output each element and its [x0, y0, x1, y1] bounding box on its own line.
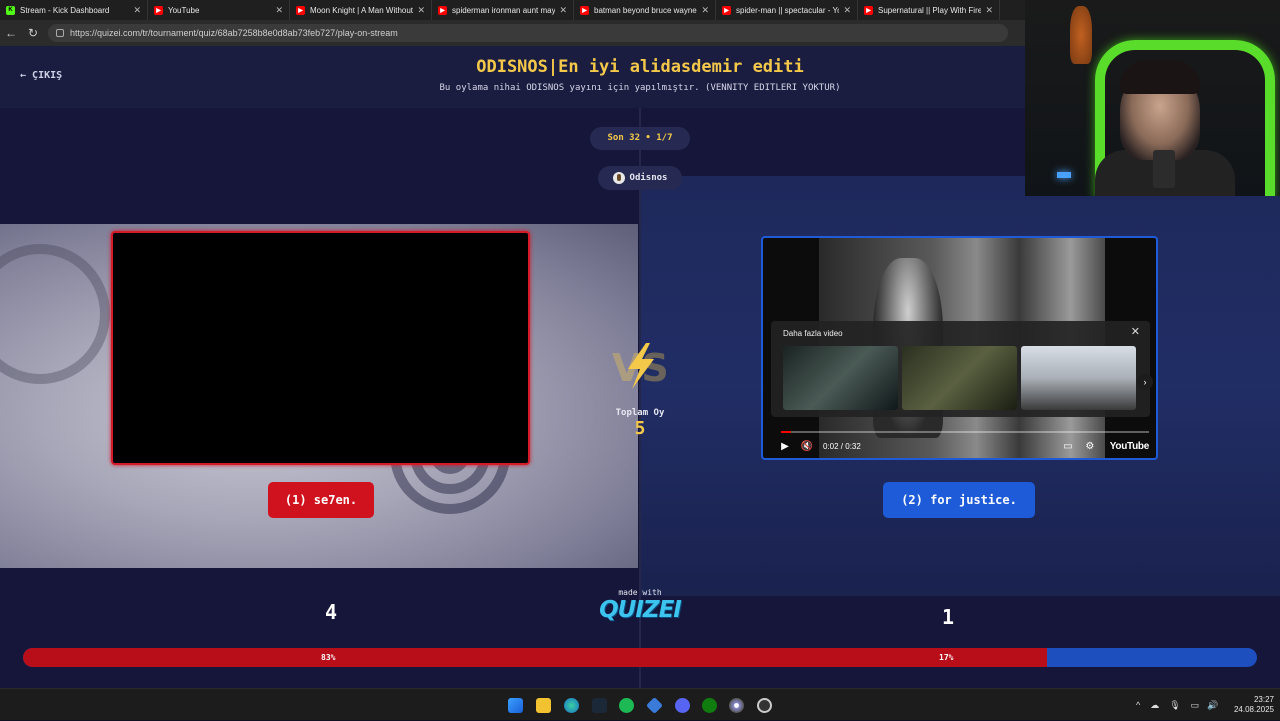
option-1-votes: 4 — [324, 600, 338, 624]
youtube-icon: ▶ — [722, 5, 731, 15]
more-videos-label: Daha fazla video — [783, 329, 843, 338]
app-icon[interactable] — [757, 698, 772, 713]
more-videos-panel: Daha fazla video ✕ › — [771, 321, 1153, 417]
youtube-icon: ▶ — [864, 5, 873, 15]
left-video-player[interactable] — [111, 231, 530, 465]
app-icon[interactable] — [646, 697, 663, 714]
option-2-percent: 17% — [939, 653, 954, 662]
mute-icon[interactable]: 🔇 — [799, 441, 815, 452]
youtube-icon: ▶ — [296, 5, 305, 15]
tab-kick-dashboard[interactable]: K Stream - Kick Dashboard ✕ — [0, 0, 148, 20]
option-1-share — [23, 648, 1048, 667]
close-icon[interactable]: ✕ — [1131, 325, 1140, 338]
system-tray: ^ ☁ 🎙 ▭ 🔊 — [1136, 689, 1218, 721]
discord-icon[interactable] — [675, 698, 690, 713]
close-icon[interactable]: ✕ — [275, 5, 283, 16]
avatar — [612, 172, 625, 184]
total-votes-label: Toplam Oy — [615, 408, 665, 418]
taskbar: ^ ☁ 🎙 ▭ 🔊 23:27 24.08.2025 — [0, 688, 1280, 720]
quizei-logo[interactable]: QUIZEI — [598, 597, 682, 623]
spotify-icon[interactable] — [619, 698, 634, 713]
vs-icon: VS — [612, 343, 669, 390]
round-badge: Son 32 • 1/7 — [590, 127, 690, 150]
back-icon[interactable]: ← — [0, 26, 22, 40]
mug — [1153, 150, 1175, 188]
obs-icon[interactable] — [729, 698, 744, 713]
subtitles-icon[interactable]: ▭ — [1060, 441, 1076, 452]
author-name: Odisnos — [629, 173, 668, 183]
streamer-hair — [1120, 60, 1200, 94]
tab-title: Moon Knight | A Man Without — [310, 5, 414, 15]
chevron-right-icon[interactable]: › — [1137, 374, 1153, 390]
close-icon[interactable]: ✕ — [701, 5, 709, 16]
option-1-button[interactable]: (1) se7en. — [268, 482, 374, 518]
youtube-icon: ▶ — [154, 5, 163, 15]
video-time: 0:02 / 0:32 — [823, 441, 861, 451]
author-badge[interactable]: Odisnos — [598, 166, 682, 190]
close-icon[interactable]: ✕ — [417, 5, 425, 16]
windows-start-icon[interactable] — [508, 698, 523, 713]
steam-icon[interactable] — [592, 698, 607, 713]
option-2-votes: 1 — [941, 605, 955, 629]
reload-icon[interactable]: ↻ — [22, 26, 44, 40]
close-icon[interactable]: ✕ — [985, 5, 993, 16]
tab-title: Stream - Kick Dashboard — [20, 5, 110, 15]
webcam-overlay — [1025, 0, 1280, 196]
gear-icon[interactable]: ⚙ — [1082, 441, 1098, 452]
related-video-thumbnail[interactable] — [902, 346, 1017, 410]
video-controls: ▶ 🔇 0:02 / 0:32 ▭ ⚙ YouTube — [777, 438, 1149, 454]
address-bar: ← ↻ https://quizei.com/tr/tournament/qui… — [0, 20, 1025, 46]
youtube-icon: ▶ — [438, 5, 447, 15]
url-field[interactable]: https://quizei.com/tr/tournament/quiz/68… — [48, 24, 1008, 42]
figurine — [1070, 6, 1092, 64]
youtube-icon: ▶ — [580, 5, 589, 15]
tab-moon-knight[interactable]: ▶ Moon Knight | A Man Without ✕ — [290, 0, 432, 20]
related-video-thumbnail[interactable] — [783, 346, 898, 410]
clock[interactable]: 23:27 24.08.2025 — [1226, 695, 1274, 715]
close-icon[interactable]: ✕ — [843, 5, 851, 16]
tab-spiderman-spectacular[interactable]: ▶ spider-man || spectacular - You ✕ — [716, 0, 858, 20]
xbox-icon[interactable] — [702, 698, 717, 713]
cloud-icon[interactable]: ☁ — [1150, 700, 1159, 711]
tab-spiderman-ironman[interactable]: ▶ spiderman ironman aunt may ✕ — [432, 0, 574, 20]
total-votes-value: 5 — [634, 418, 646, 439]
related-video-thumbnail[interactable] — [1021, 346, 1136, 410]
url-text: https://quizei.com/tr/tournament/quiz/68… — [70, 28, 398, 38]
right-video-player[interactable]: Daha fazla video ✕ › ▶ 🔇 0:02 / 0:32 ▭ ⚙… — [761, 236, 1158, 460]
clock-time: 23:27 — [1253, 695, 1274, 704]
tab-title: YouTube — [168, 5, 200, 15]
tab-youtube[interactable]: ▶ YouTube ✕ — [148, 0, 290, 20]
close-icon[interactable]: ✕ — [559, 5, 567, 16]
speaker-icon[interactable]: 🔊 — [1207, 700, 1218, 711]
file-explorer-icon[interactable] — [536, 698, 551, 713]
tab-title: Supernatural || Play With Fire — [878, 5, 982, 15]
tab-batman-beyond[interactable]: ▶ batman beyond bruce wayne ✕ — [574, 0, 716, 20]
chevron-up-icon[interactable]: ^ — [1136, 700, 1140, 710]
youtube-logo[interactable]: YouTube — [1110, 441, 1150, 452]
play-icon[interactable]: ▶ — [777, 441, 793, 452]
tab-title: batman beyond bruce wayne — [594, 5, 697, 15]
kick-icon: K — [6, 5, 15, 15]
made-with-label: made with — [618, 588, 662, 597]
tab-supernatural[interactable]: ▶ Supernatural || Play With Fire ✕ — [858, 0, 1000, 20]
clock-date: 24.08.2025 — [1233, 705, 1274, 714]
option-1-percent: 83% — [321, 653, 336, 662]
video-progress-bar[interactable] — [781, 431, 1149, 433]
tab-title: spider-man || spectacular - You — [736, 5, 840, 15]
close-icon[interactable]: ✕ — [133, 5, 141, 16]
tab-title: spiderman ironman aunt may — [452, 5, 556, 15]
option-2-button[interactable]: (2) for justice. — [883, 482, 1035, 518]
site-info-icon[interactable] — [56, 29, 64, 37]
display-icon[interactable]: ▭ — [1191, 700, 1200, 711]
microphone-icon[interactable]: 🎙 — [1169, 700, 1180, 711]
led-light — [1057, 172, 1071, 178]
edge-icon[interactable] — [564, 698, 579, 713]
vote-share-bar: 83% 17% — [23, 648, 1257, 667]
